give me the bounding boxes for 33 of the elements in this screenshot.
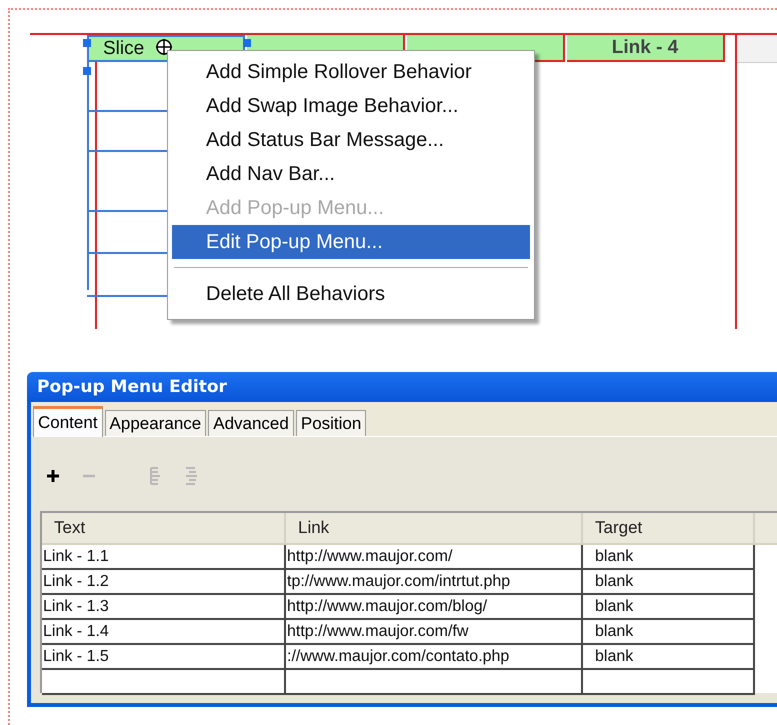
tab[interactable]: Position xyxy=(296,410,366,436)
table-cell: blank xyxy=(583,620,755,643)
menu-item[interactable]: Add Nav Bar... xyxy=(172,157,530,191)
table-cell: http://www.maujor.com/ xyxy=(286,545,583,568)
table-cell: Link - 1.1 xyxy=(42,545,286,568)
table-cell: http://www.maujor.com/fw xyxy=(286,620,583,643)
window-title: Pop-up Menu Editor xyxy=(37,377,227,397)
tab[interactable]: Appearance xyxy=(104,410,206,436)
table-cell: blank xyxy=(583,595,755,618)
add-icon[interactable] xyxy=(45,468,61,484)
table-cell: Link - 1.4 xyxy=(42,620,286,643)
table-cell: http://www.maujor.com/blog/ xyxy=(286,595,583,618)
column-header[interactable]: Text xyxy=(42,513,286,543)
menu-item[interactable]: Add Status Bar Message... xyxy=(172,123,530,157)
table-cell: ://www.maujor.com/contato.php xyxy=(286,645,583,668)
selection-handle[interactable] xyxy=(83,39,91,47)
tab[interactable]: Content xyxy=(33,406,103,437)
column-header[interactable]: Target xyxy=(583,513,755,543)
table-cell: Link - 1.2 xyxy=(42,570,286,593)
slice-cell[interactable]: Link - 4 xyxy=(567,35,725,62)
table-cell: blank xyxy=(583,545,755,568)
column-header[interactable]: Link xyxy=(286,513,583,543)
table-cell: tp://www.maujor.com/intrtut.php xyxy=(286,570,583,593)
menu-item[interactable]: Delete All Behaviors xyxy=(172,277,530,311)
table-cell: blank xyxy=(583,645,755,668)
table-cell: blank xyxy=(583,570,755,593)
tab[interactable]: Advanced xyxy=(208,410,294,436)
selection-handle[interactable] xyxy=(83,67,91,75)
menu-item[interactable]: Edit Pop-up Menu... xyxy=(172,225,530,259)
selection-handle[interactable] xyxy=(243,39,251,47)
menu-item[interactable]: Add Swap Image Behavior... xyxy=(172,89,530,123)
table-cell: Link - 1.5 xyxy=(42,645,286,668)
table-cell: Link - 1.3 xyxy=(42,595,286,618)
